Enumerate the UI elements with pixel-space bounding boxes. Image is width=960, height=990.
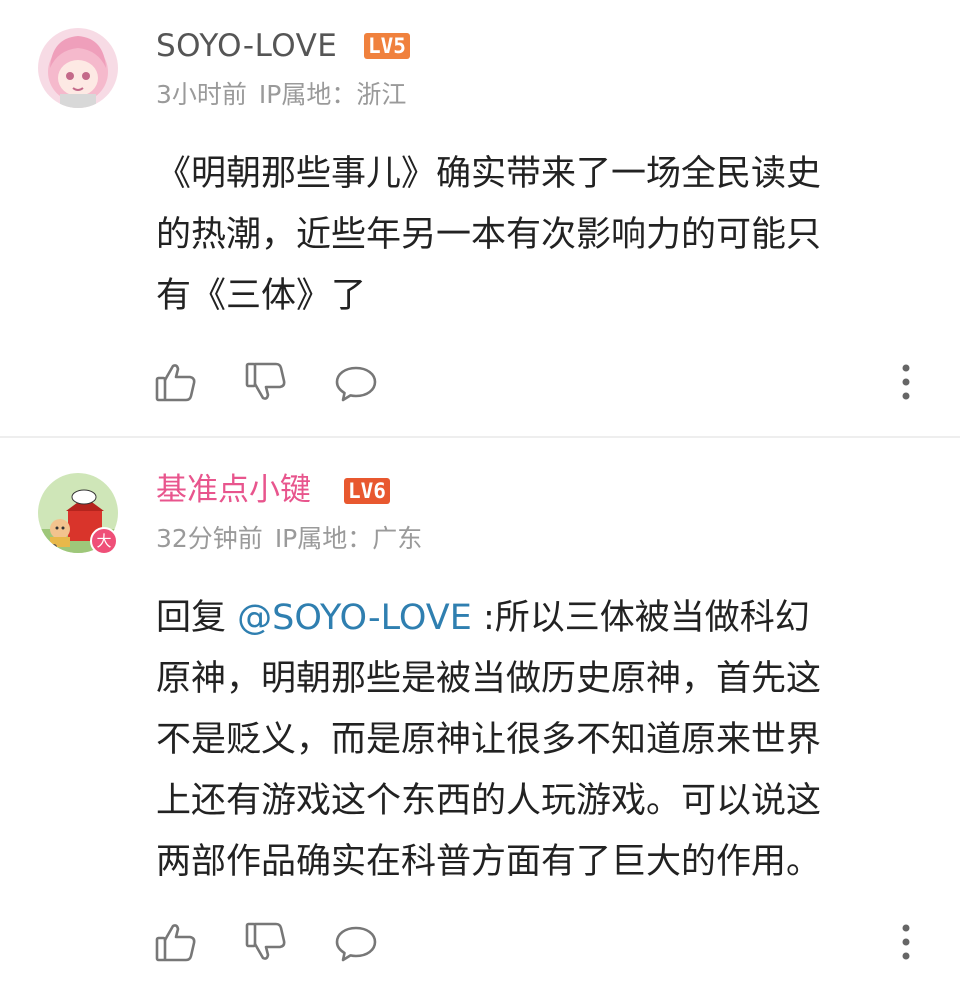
reply-prefix: 回复 xyxy=(156,598,238,638)
like-icon[interactable] xyxy=(152,358,200,406)
avatar-badge: 大 xyxy=(90,527,118,555)
username[interactable]: SOYO-LOVE xyxy=(156,26,337,66)
ip-location: IP属地：浙江 xyxy=(258,80,407,109)
comment-line: 《明朝那些事儿》确实带来了一场全民读史 xyxy=(156,154,822,194)
dislike-icon[interactable] xyxy=(242,918,290,966)
comment-actions xyxy=(152,918,932,968)
like-icon[interactable] xyxy=(152,918,200,966)
comment-line: 的热潮，近些年另一本有次影响力的可能只 xyxy=(156,215,822,255)
comment-line: 原神，明朝那些是被当做历史原神，首先这 xyxy=(156,659,822,699)
level-badge: LV6 xyxy=(344,478,390,504)
comment-line: 不是贬义，而是原神让很多不知道原来世界 xyxy=(156,720,822,760)
more-icon[interactable] xyxy=(892,358,940,406)
comment-line-text: :所以三体被当做科幻 xyxy=(471,598,810,638)
level-badge: LV5 xyxy=(364,33,410,59)
comment-line: 两部作品确实在科普方面有了巨大的作用。 xyxy=(156,842,822,882)
comment-line: 有《三体》了 xyxy=(156,276,367,316)
comment-meta: 3小时前 IP属地：浙江 xyxy=(156,78,406,112)
comment-item: SOYO-LOVE LV5 3小时前 IP属地：浙江 《明朝那些事儿》确实带来了一… xyxy=(0,0,960,436)
comment-line: 回复 @SOYO-LOVE :所以三体被当做科幻 xyxy=(156,588,926,649)
comment-line: 上还有游戏这个东西的人玩游戏。可以说这 xyxy=(156,781,822,821)
dislike-icon[interactable] xyxy=(242,358,290,406)
avatar[interactable] xyxy=(38,28,118,108)
username[interactable]: 基准点小键 xyxy=(156,470,311,510)
comment-actions xyxy=(152,358,932,408)
comment-content: 《明朝那些事儿》确实带来了一场全民读史 的热潮，近些年另一本有次影响力的可能只 … xyxy=(156,144,926,327)
more-icon[interactable] xyxy=(892,918,940,966)
comment-time: 32分钟前 xyxy=(156,524,263,553)
comment-content: 回复 @SOYO-LOVE :所以三体被当做科幻 原神，明朝那些是被当做历史原神… xyxy=(156,588,926,893)
comment-meta: 32分钟前 IP属地：广东 xyxy=(156,522,422,556)
comment-item: 大 基准点小键 LV6 32分钟前 IP属地：广东 回复 @SOYO-LOVE :… xyxy=(0,438,960,990)
reply-icon[interactable] xyxy=(332,918,380,966)
reply-icon[interactable] xyxy=(332,358,380,406)
mention-link[interactable]: @SOYO-LOVE xyxy=(237,598,472,638)
comment-time: 3小时前 xyxy=(156,80,247,109)
ip-location: IP属地：广东 xyxy=(274,524,423,553)
